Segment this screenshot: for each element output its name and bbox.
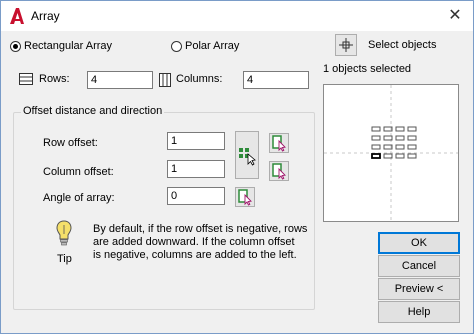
tip-caption: Tip [57, 253, 72, 265]
rows-icon [19, 73, 33, 85]
polar-array-label[interactable]: Polar Array [185, 40, 239, 52]
array-dialog: Array ✕ Rectangular Array Polar Array Se… [0, 0, 474, 334]
pick-column-offset-button[interactable] [269, 161, 289, 181]
tip-text-line-2: are added downward. If the column offset [93, 236, 295, 248]
crosshair-pick-icon [339, 38, 353, 52]
column-offset-input[interactable]: 1 [167, 160, 225, 178]
close-button[interactable]: ✕ [445, 6, 465, 26]
rectangular-array-radio[interactable] [10, 41, 21, 52]
pick-both-offsets-button[interactable] [235, 131, 259, 179]
columns-icon [159, 73, 171, 87]
pick-both-offsets-icon [239, 148, 256, 166]
rectangular-array-label[interactable]: Rectangular Array [24, 40, 112, 52]
row-offset-input[interactable]: 1 [167, 132, 225, 150]
dialog-client: Rectangular Array Polar Array Select obj… [1, 31, 473, 333]
close-icon: ✕ [448, 7, 462, 24]
select-objects-button[interactable] [335, 34, 357, 56]
help-button[interactable]: Help [378, 301, 460, 323]
angle-of-array-input[interactable]: 0 [167, 187, 225, 205]
title-bar: Array ✕ [1, 1, 473, 31]
offset-group-title: Offset distance and direction [21, 105, 165, 117]
ok-button[interactable]: OK [378, 232, 460, 254]
pick-row-offset-icon [272, 135, 286, 152]
columns-input[interactable]: 4 [243, 71, 309, 89]
pick-column-offset-icon [272, 163, 286, 180]
pick-angle-button[interactable] [235, 187, 255, 207]
rows-input[interactable]: 4 [87, 71, 153, 89]
tip-text-line-3: is negative, columns are added to the le… [93, 249, 297, 261]
pick-row-offset-button[interactable] [269, 133, 289, 153]
window-title: Array [31, 9, 60, 23]
lightbulb-tip-icon [56, 220, 72, 246]
row-offset-label: Row offset: [43, 137, 98, 149]
array-preview-pane [323, 84, 459, 222]
select-objects-label: Select objects [368, 39, 437, 51]
array-preview-graphic [324, 85, 458, 221]
pick-angle-icon [238, 189, 252, 206]
cancel-button[interactable]: Cancel [378, 255, 460, 277]
columns-label: Columns: [176, 73, 223, 85]
objects-selected-status: 1 objects selected [323, 63, 412, 75]
tip-text-line-1: By default, if the row offset is negativ… [93, 223, 308, 235]
column-offset-label: Column offset: [43, 166, 114, 178]
angle-of-array-label: Angle of array: [43, 192, 115, 204]
polar-array-radio[interactable] [171, 41, 182, 52]
autocad-logo-icon [10, 8, 24, 24]
preview-button[interactable]: Preview < [378, 278, 460, 300]
rows-label: Rows: [39, 73, 70, 85]
